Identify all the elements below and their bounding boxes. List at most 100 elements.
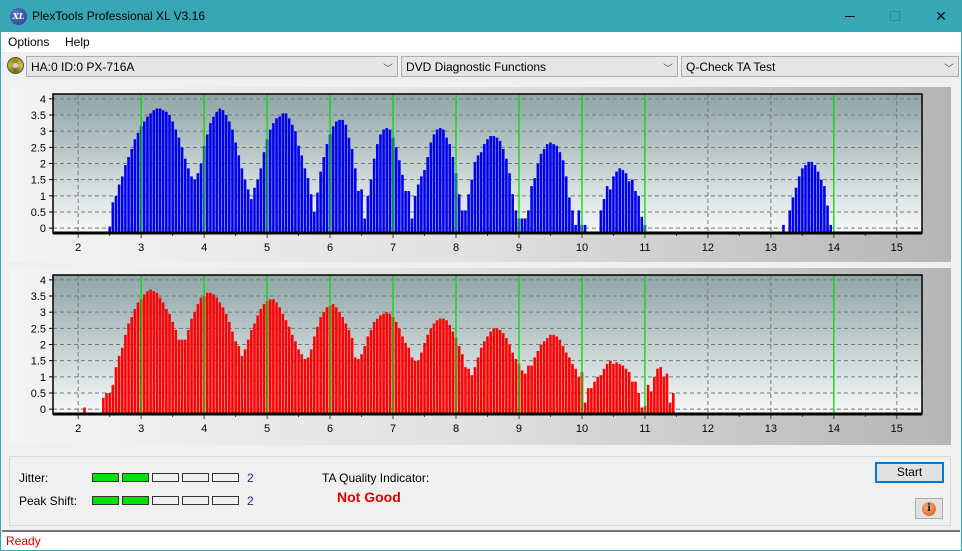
x-tick-label: 13 — [765, 423, 777, 435]
maximize-button[interactable] — [872, 1, 918, 32]
x-tick-label: 9 — [516, 423, 522, 435]
histogram-bar — [401, 174, 404, 233]
histogram-bar — [631, 381, 634, 414]
histogram-bar — [520, 370, 524, 414]
histogram-bar — [804, 165, 807, 233]
histogram-bar — [646, 384, 650, 414]
histogram-bar — [530, 365, 533, 414]
histogram-bar — [505, 338, 508, 414]
meter-segment — [182, 496, 209, 505]
histogram-bar — [797, 176, 801, 233]
histogram-bar — [637, 392, 640, 414]
meter-segment — [152, 473, 179, 482]
title-bar[interactable]: XL PlexTools Professional XL V3.16 ✕ — [1, 1, 961, 32]
histogram-bar — [527, 365, 530, 414]
histogram-bar — [555, 145, 559, 233]
histogram-bar — [111, 202, 115, 233]
histogram-bar — [187, 168, 190, 233]
histogram-bar — [470, 375, 474, 414]
function-select[interactable]: DVD Diagnostic Functions ﹀ — [401, 56, 678, 77]
histogram-bar — [250, 199, 253, 233]
histogram-bar — [665, 373, 669, 414]
histogram-bar — [250, 329, 253, 414]
histogram-bar — [571, 363, 574, 414]
histogram-bar — [215, 111, 219, 233]
start-button[interactable]: Start — [875, 462, 944, 483]
histogram-bar — [161, 302, 165, 414]
histogram-bar — [819, 179, 823, 233]
histogram-bar — [416, 360, 420, 414]
histogram-bar — [209, 123, 212, 233]
histogram-bar — [445, 320, 448, 414]
histogram-bar — [479, 347, 483, 414]
histogram-bar — [413, 360, 417, 414]
histogram-bar — [313, 336, 316, 414]
x-tick-label: 8 — [453, 242, 459, 254]
histogram-bar — [319, 171, 322, 233]
histogram-bar — [234, 142, 237, 233]
x-tick-label: 10 — [576, 423, 588, 435]
histogram-bar — [325, 144, 329, 233]
x-tick-label: 3 — [138, 242, 144, 254]
menu-options[interactable]: Options — [8, 35, 49, 49]
top-chart-panel: 0 0.5 1 1.5 2 2.5 3 3.5 4 2 3 4 5 6 7 8 9 10 11 12 13 14 15 — [9, 87, 951, 262]
meter-segment — [212, 496, 239, 505]
histogram-bar — [297, 349, 300, 414]
histogram-bar — [177, 137, 181, 233]
menu-help[interactable]: Help — [65, 35, 90, 49]
meter-segment — [152, 496, 179, 505]
histogram-bar — [618, 168, 622, 233]
histogram-bar — [404, 190, 407, 233]
histogram-bar — [309, 194, 313, 233]
x-tick-label: 2 — [75, 242, 81, 254]
histogram-bar — [461, 354, 464, 414]
histogram-bar — [369, 329, 373, 414]
histogram-bar — [353, 357, 357, 414]
histogram-bar — [133, 139, 137, 233]
histogram-bar — [120, 176, 124, 233]
histogram-bar — [618, 363, 622, 414]
histogram-bar — [523, 218, 527, 233]
histogram-bar — [114, 367, 118, 414]
x-tick-label: 13 — [765, 242, 777, 254]
histogram-bar — [608, 360, 612, 414]
histogram-bar — [303, 359, 307, 414]
histogram-bar — [143, 294, 146, 414]
close-button[interactable]: ✕ — [918, 1, 962, 32]
histogram-bar — [542, 148, 546, 233]
histogram-bar — [527, 210, 530, 233]
histogram-bar — [303, 168, 307, 233]
histogram-bar — [290, 124, 294, 233]
histogram-bar — [372, 158, 376, 233]
histogram-bar — [807, 161, 810, 233]
histogram-bar — [146, 291, 149, 414]
histogram-bar — [136, 302, 140, 414]
test-select[interactable]: Q-Check TA Test ﹀ — [681, 56, 959, 77]
histogram-bar — [476, 357, 480, 414]
histogram-bar — [155, 108, 159, 233]
histogram-bar — [237, 155, 241, 233]
histogram-bar — [376, 144, 379, 233]
histogram-bar — [423, 342, 426, 414]
meter-segment — [92, 496, 119, 505]
y-tick-label: 1.5 — [31, 175, 46, 187]
x-tick-label: 15 — [891, 242, 903, 254]
minimize-button[interactable] — [827, 1, 873, 32]
drive-select[interactable]: HA:0 ID:0 PX-716A ﹀ — [26, 56, 398, 77]
histogram-bar — [624, 173, 628, 233]
histogram-bar — [407, 347, 411, 414]
histogram-bar — [605, 363, 609, 414]
histogram-bar — [394, 321, 398, 414]
x-tick-label: 2 — [75, 423, 81, 435]
histogram-bar — [662, 376, 666, 414]
drive-select-value: HA:0 ID:0 PX-716A — [31, 60, 135, 74]
info-button[interactable]: i — [915, 498, 943, 519]
histogram-bar — [350, 148, 354, 233]
histogram-bar — [552, 334, 555, 414]
histogram-bar — [294, 131, 297, 233]
histogram-bar — [530, 186, 533, 233]
toolbar: HA:0 ID:0 PX-716A ﹀ DVD Diagnostic Funct… — [1, 52, 961, 80]
histogram-bar — [596, 376, 599, 414]
histogram-bar — [602, 199, 606, 233]
histogram-bar — [435, 320, 439, 414]
